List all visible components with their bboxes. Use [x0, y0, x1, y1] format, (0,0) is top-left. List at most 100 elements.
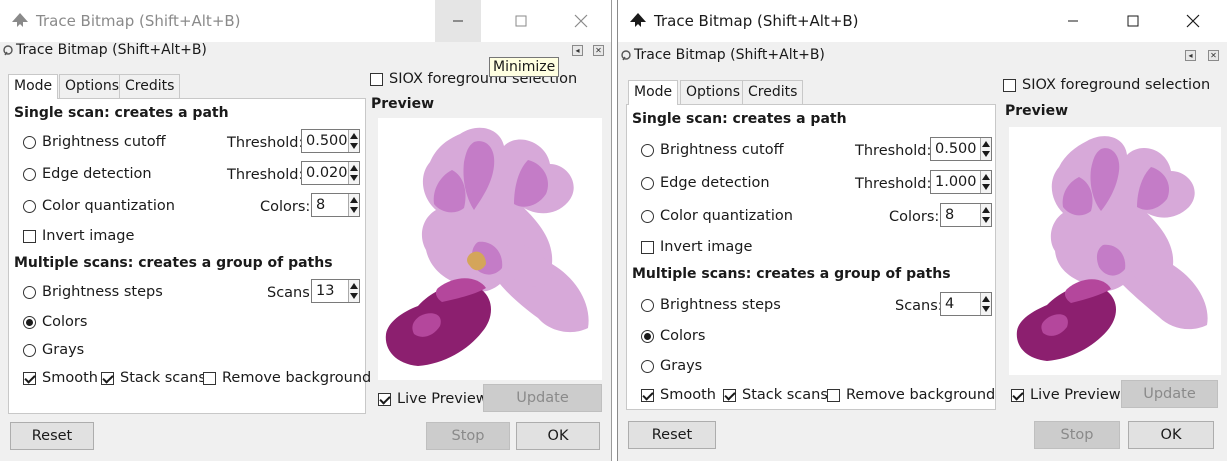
scans-label: Scans: [895, 298, 943, 314]
spinner-value[interactable]: 13 [316, 283, 334, 299]
tab-mode[interactable]: Mode [628, 80, 679, 105]
invert-image-option[interactable]: Invert image [23, 228, 134, 244]
colors-option[interactable]: Colors [641, 328, 705, 344]
color-quantization-option[interactable]: Color quantization [641, 208, 793, 224]
spinner-value[interactable]: 8 [945, 207, 954, 223]
threshold-edge-spinner[interactable]: 1.000 [930, 170, 992, 194]
multiple-scans-heading: Multiple scans: creates a group of paths [14, 255, 333, 271]
colors-option-label: Colors [660, 328, 706, 344]
spinner-arrows[interactable] [348, 280, 359, 302]
brightness-steps-option[interactable]: Brightness steps [23, 284, 163, 300]
spinner-arrows[interactable] [348, 194, 359, 216]
colors-label: Colors: [889, 209, 940, 225]
spinner-arrows[interactable] [980, 204, 991, 226]
remove-background-option[interactable]: Remove background [203, 370, 371, 386]
brightness-steps-option[interactable]: Brightness steps [641, 297, 781, 313]
ok-button[interactable]: OK [516, 422, 600, 450]
grays-option[interactable]: Grays [641, 358, 702, 374]
dock-close-button[interactable]: ✕ [593, 45, 604, 56]
grays-label: Grays [42, 342, 85, 358]
ok-button[interactable]: OK [1128, 421, 1214, 449]
stop-button[interactable]: Stop [426, 422, 510, 450]
edge-detection-option[interactable]: Edge detection [641, 175, 770, 191]
stop-button[interactable]: Stop [1034, 421, 1120, 449]
brightness-steps-label: Brightness steps [42, 284, 163, 300]
inkscape-logo-icon [628, 12, 648, 30]
spinner-value[interactable]: 1.000 [935, 174, 977, 190]
dock-handle-icon [2, 44, 15, 57]
checkbox-checked-icon [378, 392, 391, 406]
colors-label: Colors: [260, 199, 311, 215]
tab-mode[interactable]: Mode [8, 74, 59, 99]
tab-options[interactable]: Options [59, 74, 126, 98]
stack-scans-option[interactable]: Stack scans [723, 387, 828, 403]
brightness-cutoff-label: Brightness cutoff [42, 134, 166, 150]
dock-iconify-button[interactable]: ◂ [1185, 50, 1196, 61]
threshold-label: Threshold: [227, 167, 304, 183]
title-bar[interactable]: Trace Bitmap (Shift+Alt+B) [0, 0, 611, 42]
checkbox-checked-icon [723, 388, 736, 402]
scans-spinner[interactable]: 4 [940, 292, 992, 316]
radio-icon [641, 176, 654, 190]
threshold-brightness-spinner[interactable]: 0.500 [930, 137, 992, 161]
tab-bar: Mode Options Credits [8, 74, 181, 99]
tab-credits[interactable]: Credits [742, 80, 804, 104]
reset-button[interactable]: Reset [10, 422, 94, 450]
smooth-option[interactable]: Smooth [641, 387, 716, 403]
update-button[interactable]: Update [483, 384, 602, 412]
maximize-icon [515, 15, 527, 27]
maximize-button[interactable] [498, 0, 544, 42]
minimize-icon [1068, 20, 1078, 22]
tab-options[interactable]: Options [680, 80, 747, 104]
minimize-button[interactable] [1050, 0, 1096, 42]
spinner-value[interactable]: 8 [316, 197, 325, 213]
smooth-option[interactable]: Smooth [23, 370, 98, 386]
threshold-edge-spinner[interactable]: 0.020 [301, 161, 360, 185]
brightness-cutoff-option[interactable]: Brightness cutoff [641, 142, 784, 158]
dock-bar[interactable]: Trace Bitmap (Shift+Alt+B) ◂ ✕ [618, 47, 1227, 65]
color-quantization-option[interactable]: Color quantization [23, 198, 175, 214]
close-button[interactable] [1170, 0, 1216, 42]
stack-scans-option[interactable]: Stack scans [101, 370, 206, 386]
colors-spinner[interactable]: 8 [311, 193, 360, 217]
edge-detection-option[interactable]: Edge detection [23, 166, 152, 182]
threshold-label: Threshold: [855, 143, 932, 159]
close-button[interactable] [558, 0, 604, 42]
maximize-button[interactable] [1110, 0, 1156, 42]
spinner-arrows[interactable] [980, 138, 991, 160]
spinner-value[interactable]: 0.500 [935, 141, 977, 157]
edge-detection-label: Edge detection [42, 166, 152, 182]
dock-close-button[interactable]: ✕ [1208, 50, 1219, 61]
invert-image-option[interactable]: Invert image [641, 239, 752, 255]
spinner-arrows[interactable] [980, 171, 991, 193]
brightness-steps-label: Brightness steps [660, 297, 781, 313]
spinner-arrows[interactable] [348, 130, 359, 152]
reset-button[interactable]: Reset [628, 421, 716, 449]
edge-detection-label: Edge detection [660, 175, 770, 191]
dock-title: Trace Bitmap (Shift+Alt+B) [16, 42, 207, 58]
scans-spinner[interactable]: 13 [311, 279, 360, 303]
siox-option[interactable]: SIOX foreground selection [1003, 77, 1210, 93]
spinner-arrows[interactable] [348, 162, 359, 184]
threshold-brightness-spinner[interactable]: 0.500 [301, 129, 360, 153]
tab-credits[interactable]: Credits [119, 74, 181, 98]
spinner-value[interactable]: 0.020 [306, 165, 348, 181]
spinner-value[interactable]: 0.500 [306, 133, 348, 149]
invert-image-label: Invert image [660, 239, 753, 255]
remove-background-option[interactable]: Remove background [827, 387, 995, 403]
minimize-button[interactable] [435, 0, 481, 42]
radio-icon [23, 285, 36, 299]
spinner-value[interactable]: 4 [945, 296, 954, 312]
live-preview-option[interactable]: Live Preview [378, 391, 488, 407]
title-bar[interactable]: Trace Bitmap (Shift+Alt+B) [618, 0, 1227, 42]
brightness-cutoff-option[interactable]: Brightness cutoff [23, 134, 166, 150]
threshold-label: Threshold: [855, 176, 932, 192]
update-button[interactable]: Update [1121, 380, 1218, 408]
minimize-tooltip: Minimize [489, 57, 560, 77]
colors-spinner[interactable]: 8 [940, 203, 992, 227]
dock-iconify-button[interactable]: ◂ [572, 45, 583, 56]
grays-option[interactable]: Grays [23, 342, 84, 358]
spinner-arrows[interactable] [980, 293, 991, 315]
live-preview-option[interactable]: Live Preview [1011, 387, 1121, 403]
colors-option[interactable]: Colors [23, 314, 87, 330]
